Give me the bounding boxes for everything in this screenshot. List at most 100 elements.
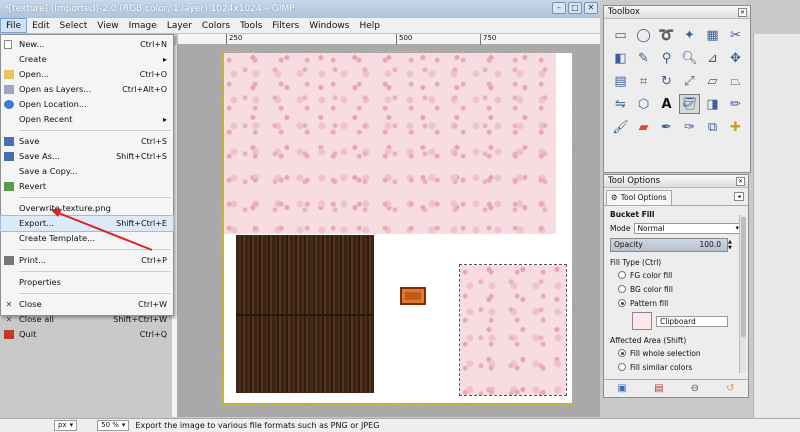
mode-label: Mode: [610, 223, 631, 233]
image-canvas[interactable]: [222, 51, 574, 405]
menu-item-export[interactable]: Export... Shift+Ctrl+E: [0, 215, 174, 232]
save-icon: [4, 137, 14, 146]
ellipse-select-icon[interactable]: ◯: [633, 25, 654, 45]
menu-item-create[interactable]: Create ▸: [1, 52, 173, 67]
menu-layer[interactable]: Layer: [162, 18, 197, 33]
menu-colors[interactable]: Colors: [197, 18, 235, 33]
save-options-icon[interactable]: ▣: [618, 383, 627, 394]
text-icon[interactable]: A: [656, 94, 677, 114]
zoom-icon[interactable]: 🔍︎: [679, 48, 700, 68]
close-icon[interactable]: ✕: [736, 177, 745, 186]
radio-fill-similar-colors[interactable]: Fill similar colors: [610, 361, 742, 373]
measure-icon[interactable]: ⊿: [702, 48, 723, 68]
menu-item-open-as-layers[interactable]: Open as Layers... Ctrl+Alt+O: [1, 82, 173, 97]
menu-help[interactable]: Help: [354, 18, 385, 33]
radio-pattern-fill[interactable]: Pattern fill: [610, 297, 742, 309]
menu-item-overwrite[interactable]: Overwrite texture.png: [1, 201, 173, 216]
menu-image[interactable]: Image: [124, 18, 162, 33]
menu-item-save[interactable]: Save Ctrl+S: [1, 134, 173, 149]
perspective-icon[interactable]: ⏢: [725, 71, 746, 91]
paths-icon[interactable]: ✎: [633, 48, 654, 68]
menu-item-save-as[interactable]: Save As... Shift+Ctrl+S: [1, 149, 173, 164]
bucket-fill-icon[interactable]: 🪣︎: [679, 94, 700, 114]
flip-icon[interactable]: ⇋: [610, 94, 631, 114]
maximize-button[interactable]: □: [568, 2, 582, 14]
menu-separator: [19, 197, 171, 198]
toolbox-panel: Toolbox ✕ ▭ ◯ ➰ ✦ ▦ ✂ ◧ ✎ ⚲ 🔍︎ ⊿ ✥ ▤ ⌗ ↻…: [603, 5, 751, 173]
clone-icon[interactable]: ⧉: [702, 117, 723, 137]
quit-icon: [4, 330, 14, 339]
menu-item-revert[interactable]: Revert: [1, 179, 173, 194]
menu-item-open-recent[interactable]: Open Recent ▸: [1, 112, 173, 127]
menu-item-close[interactable]: ✕ Close Ctrl+W: [1, 297, 173, 312]
menu-file[interactable]: File: [0, 18, 28, 33]
crop-icon[interactable]: ⌗: [633, 71, 654, 91]
restore-options-icon[interactable]: ▤: [654, 383, 663, 394]
unit-select[interactable]: px ▾: [54, 420, 78, 431]
menu-tools[interactable]: Tools: [235, 18, 267, 33]
configure-tab-icon[interactable]: ◂: [734, 192, 744, 201]
open-icon: [4, 70, 14, 79]
tool-options-panel: Tool Options ✕ ⚙ Tool Options ◂ Bucket F…: [603, 174, 749, 398]
menu-item-properties[interactable]: Properties: [1, 275, 173, 290]
chevron-down-icon: ▾: [69, 421, 74, 429]
move-icon[interactable]: ✥: [725, 48, 746, 68]
airbrush-icon[interactable]: ✒: [656, 117, 677, 137]
rotate-icon[interactable]: ↻: [656, 71, 677, 91]
minimize-button[interactable]: –: [552, 2, 566, 14]
menu-item-quit[interactable]: Quit Ctrl+Q: [1, 327, 173, 342]
status-message: Export the image to various file formats…: [135, 421, 380, 430]
menu-item-close-all[interactable]: ✕ Close all Shift+Ctrl+W: [1, 312, 173, 327]
pencil-icon[interactable]: ✏: [725, 94, 746, 114]
ruler-mark-750: 750: [480, 34, 496, 45]
scissors-icon[interactable]: ✂: [725, 25, 746, 45]
paintbrush-icon[interactable]: 🖌︎: [610, 117, 631, 137]
heal-icon[interactable]: ✚: [725, 117, 746, 137]
tool-options-scrollbar[interactable]: [739, 215, 746, 373]
foreground-select-icon[interactable]: ◧: [610, 48, 631, 68]
close-icon[interactable]: ✕: [738, 8, 747, 17]
menu-filters[interactable]: Filters: [267, 18, 304, 33]
menu-view[interactable]: View: [92, 18, 123, 33]
rect-select-icon[interactable]: ▭: [610, 25, 631, 45]
menu-item-print[interactable]: Print... Ctrl+P: [1, 253, 173, 268]
align-icon[interactable]: ▤: [610, 71, 631, 91]
delete-options-icon[interactable]: ⊖: [691, 383, 699, 394]
pattern-swatch[interactable]: [632, 312, 652, 330]
color-picker-icon[interactable]: ⚲: [656, 48, 677, 68]
mode-select[interactable]: Normal: [634, 222, 742, 234]
file-menu: New... Ctrl+N Create ▸ Open... Ctrl+O Op…: [0, 34, 174, 339]
gradient-icon[interactable]: ◨: [702, 94, 723, 114]
print-icon: [4, 256, 14, 265]
window-title: *[texture] (imported)-2.0 (RGB color, 1 …: [4, 4, 295, 14]
cage-icon[interactable]: ⬡: [633, 94, 654, 114]
reset-options-icon[interactable]: ↺: [726, 383, 734, 394]
opacity-spinner[interactable]: ▲ ▼: [728, 239, 735, 251]
menu-item-open[interactable]: Open... Ctrl+O: [1, 67, 173, 82]
ink-icon[interactable]: ✑: [679, 117, 700, 137]
radio-bg-fill[interactable]: BG color fill: [610, 283, 742, 295]
canvas-area[interactable]: [178, 45, 600, 417]
close-icon: ✕: [5, 300, 13, 309]
close-window-button[interactable]: ✕: [584, 2, 598, 14]
menu-item-open-location[interactable]: Open Location...: [1, 97, 173, 112]
zoom-select[interactable]: 50 % ▾: [97, 420, 130, 431]
menu-item-new[interactable]: New... Ctrl+N: [1, 37, 173, 52]
eraser-icon[interactable]: ▰: [633, 117, 654, 137]
menu-windows[interactable]: Windows: [304, 18, 354, 33]
fuzzy-select-icon[interactable]: ✦: [679, 25, 700, 45]
radio-fill-whole-selection[interactable]: Fill whole selection: [610, 347, 742, 359]
radio-fg-fill[interactable]: FG color fill: [610, 269, 742, 281]
menu-item-save-copy[interactable]: Save a Copy...: [1, 164, 173, 179]
menu-select[interactable]: Select: [55, 18, 93, 33]
menu-edit[interactable]: Edit: [27, 18, 54, 33]
tab-tool-options[interactable]: ⚙ Tool Options: [606, 190, 672, 205]
color-select-icon[interactable]: ▦: [702, 25, 723, 45]
pattern-name: Clipboard: [656, 315, 728, 327]
opacity-slider[interactable]: Opacity 100.0 ▲ ▼: [610, 238, 732, 252]
menu-item-create-template[interactable]: Create Template...: [1, 231, 173, 246]
open-layers-icon: [4, 85, 14, 94]
scale-icon[interactable]: ⤢: [679, 71, 700, 91]
shear-icon[interactable]: ▱: [702, 71, 723, 91]
lasso-icon[interactable]: ➰: [656, 25, 677, 45]
